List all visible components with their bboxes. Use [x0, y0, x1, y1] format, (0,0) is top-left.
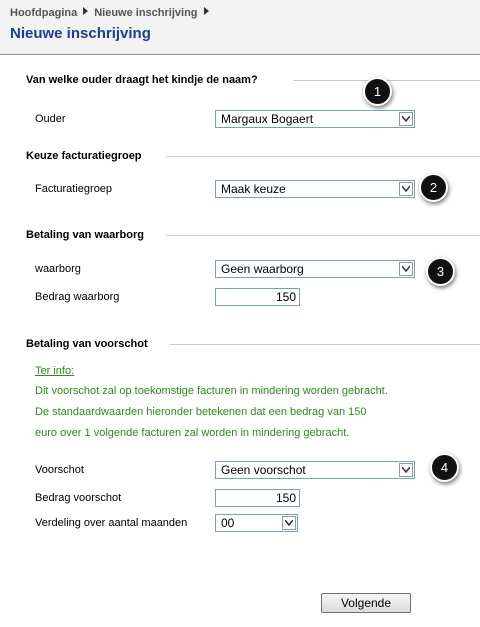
breadcrumb-arrow-icon — [203, 7, 209, 15]
facturatiegroep-select[interactable]: Maak keuze — [215, 180, 415, 198]
ouder-label: Ouder — [35, 113, 66, 125]
breadcrumb-home[interactable]: Hoofdpagina — [10, 7, 77, 19]
voorschot-select-value: Geen voorschot — [221, 463, 306, 477]
divider — [170, 344, 480, 345]
bedrag-waarborg-input[interactable]: 150 — [215, 288, 300, 306]
breadcrumb-current[interactable]: Nieuwe inschrijving — [94, 7, 197, 19]
section-heading-facturatie: Keuze facturatiegroep — [26, 150, 142, 162]
verdeling-maanden-value: 00 — [221, 516, 235, 530]
verdeling-maanden-label: Verdeling over aantal maanden — [35, 517, 188, 529]
step-badge-4: 4 — [430, 453, 459, 482]
facturatiegroep-select-value: Maak keuze — [221, 182, 286, 196]
bedrag-voorschot-input[interactable]: 150 — [215, 489, 300, 507]
divider — [166, 235, 480, 236]
info-title: Ter info: — [35, 365, 75, 377]
divider — [166, 156, 480, 157]
info-line: De standaardwaarden hieronder betekenen … — [35, 406, 367, 418]
waarborg-select[interactable]: Geen waarborg — [215, 260, 415, 278]
chevron-down-icon[interactable] — [399, 112, 413, 126]
volgende-button[interactable]: Volgende — [321, 593, 411, 613]
voorschot-label: Voorschot — [35, 464, 84, 476]
verdeling-maanden-select[interactable]: 00 — [215, 514, 298, 532]
info-line: Dit voorschot zal op toekomstige facture… — [35, 385, 388, 397]
page-header: Hoofdpagina Nieuwe inschrijving Nieuwe in… — [0, 0, 480, 55]
step-badge-1: 1 — [363, 77, 392, 106]
facturatiegroep-label: Facturatiegroep — [35, 183, 113, 195]
bedrag-waarborg-label: Bedrag waarborg — [35, 291, 120, 303]
chevron-down-icon[interactable] — [399, 182, 413, 196]
waarborg-select-value: Geen waarborg — [221, 262, 304, 276]
voorschot-select[interactable]: Geen voorschot — [215, 461, 415, 479]
ouder-select-value: Margaux Bogaert — [221, 112, 314, 126]
breadcrumb-arrow-icon — [83, 7, 89, 15]
chevron-down-icon[interactable] — [399, 463, 413, 477]
breadcrumb: Hoofdpagina Nieuwe inschrijving — [10, 7, 215, 19]
page-title: Nieuwe inschrijving — [10, 25, 151, 42]
step-badge-3: 3 — [426, 257, 455, 286]
chevron-down-icon[interactable] — [282, 516, 296, 530]
bedrag-voorschot-label: Bedrag voorschot — [35, 492, 122, 504]
info-line: euro over 1 volgende facturen zal worden… — [35, 427, 350, 439]
section-heading-voorschot: Betaling van voorschot — [26, 338, 148, 350]
chevron-down-icon[interactable] — [399, 262, 413, 276]
ouder-select[interactable]: Margaux Bogaert — [215, 110, 415, 128]
waarborg-label: waarborg — [35, 263, 81, 275]
step-badge-2: 2 — [419, 173, 448, 202]
section-heading-ouder: Van welke ouder draagt het kindje de naa… — [26, 74, 258, 86]
section-heading-waarborg: Betaling van waarborg — [26, 229, 144, 241]
